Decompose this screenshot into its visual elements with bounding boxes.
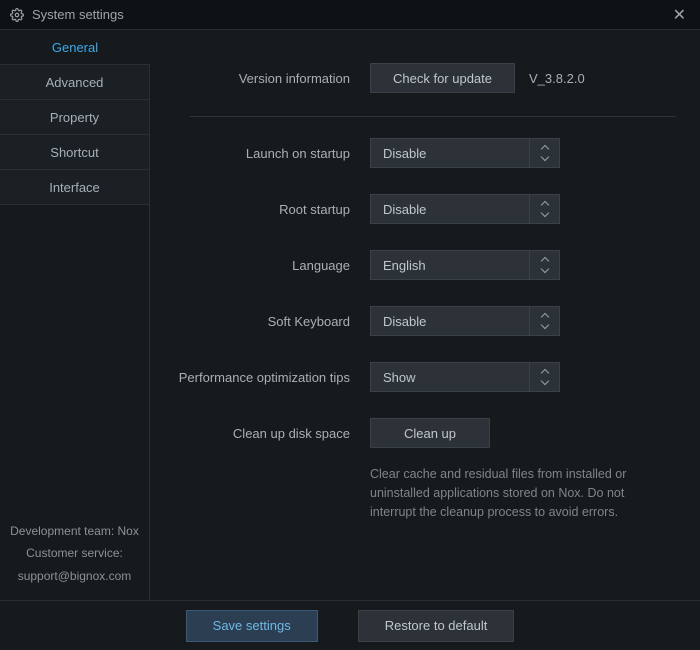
chevron-updown-icon <box>529 307 559 335</box>
chevron-updown-icon <box>529 251 559 279</box>
select-language[interactable]: English <box>370 250 560 280</box>
tab-property[interactable]: Property <box>0 100 150 135</box>
label-perf: Performance optimization tips <box>150 370 370 385</box>
tab-general[interactable]: General <box>0 30 150 65</box>
titlebar: System settings ✕ <box>0 0 700 30</box>
divider <box>190 116 676 117</box>
sidebar-spacer <box>0 205 150 508</box>
restore-default-button[interactable]: Restore to default <box>358 610 515 642</box>
row-language: Language English <box>150 237 676 293</box>
row-perf-tips: Performance optimization tips Show <box>150 349 676 405</box>
dev-team-label: Development team: Nox <box>8 520 141 543</box>
cleanup-button[interactable]: Clean up <box>370 418 490 448</box>
label-softkb: Soft Keyboard <box>150 314 370 329</box>
tab-shortcut[interactable]: Shortcut <box>0 135 150 170</box>
select-soft-keyboard[interactable]: Disable <box>370 306 560 336</box>
cleanup-hint: Clear cache and residual files from inst… <box>370 465 676 521</box>
support-email: support@bignox.com <box>8 565 141 588</box>
save-settings-button[interactable]: Save settings <box>186 610 318 642</box>
close-icon[interactable]: ✕ <box>669 5 690 25</box>
select-value: Disable <box>383 314 426 329</box>
chevron-updown-icon <box>529 195 559 223</box>
row-root-startup: Root startup Disable <box>150 181 676 237</box>
label-launch: Launch on startup <box>150 146 370 161</box>
tab-interface[interactable]: Interface <box>0 170 150 205</box>
version-value: V_3.8.2.0 <box>529 71 585 86</box>
label-cleanup: Clean up disk space <box>150 426 370 441</box>
footer: Save settings Restore to default <box>0 600 700 650</box>
label-root: Root startup <box>150 202 370 217</box>
window-title: System settings <box>32 7 669 22</box>
select-perf-tips[interactable]: Show <box>370 362 560 392</box>
gear-icon <box>10 8 24 22</box>
row-soft-keyboard: Soft Keyboard Disable <box>150 293 676 349</box>
select-value: Show <box>383 370 416 385</box>
chevron-updown-icon <box>529 363 559 391</box>
select-value: English <box>383 258 426 273</box>
customer-service-label: Customer service: <box>8 542 141 565</box>
label-version: Version information <box>150 71 370 86</box>
check-update-button[interactable]: Check for update <box>370 63 515 93</box>
chevron-updown-icon <box>529 139 559 167</box>
main-area: General Advanced Property Shortcut Inter… <box>0 30 700 600</box>
tab-advanced[interactable]: Advanced <box>0 65 150 100</box>
content-panel: Version information Check for update V_3… <box>150 30 700 600</box>
select-value: Disable <box>383 146 426 161</box>
row-version: Version information Check for update V_3… <box>150 50 676 106</box>
label-language: Language <box>150 258 370 273</box>
select-launch-startup[interactable]: Disable <box>370 138 560 168</box>
sidebar: General Advanced Property Shortcut Inter… <box>0 30 150 600</box>
row-cleanup: Clean up disk space Clean up <box>150 405 676 461</box>
sidebar-footer: Development team: Nox Customer service: … <box>0 508 150 600</box>
select-value: Disable <box>383 202 426 217</box>
select-root-startup[interactable]: Disable <box>370 194 560 224</box>
row-launch-startup: Launch on startup Disable <box>150 125 676 181</box>
